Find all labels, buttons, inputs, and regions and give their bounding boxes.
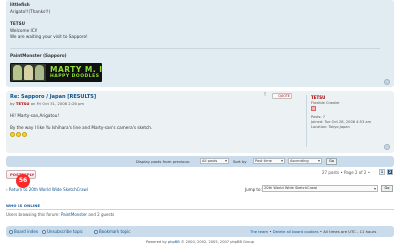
signature: PaintMonster (Sapporo) <box>10 53 67 58</box>
post-title[interactable]: Re: Sapporo / Japan [RESULTS] <box>10 94 96 100</box>
sort-key-select[interactable]: Post time <box>253 158 285 164</box>
report-icon[interactable]: ! <box>264 93 268 98</box>
back-to-top-icon[interactable] <box>384 79 390 85</box>
unsubscribe-topic-link[interactable]: Unsubscribe topic <box>42 226 83 237</box>
jump-label: Jump to: <box>245 187 262 192</box>
display-go-button[interactable]: Go <box>326 158 337 165</box>
quote-1-author: littlefish <box>10 2 30 7</box>
jump-select[interactable]: 20th World Wide SketchCrawl <box>262 185 378 192</box>
unsubscribe-icon <box>42 230 46 234</box>
jump-go-button[interactable]: Go <box>381 185 393 192</box>
phpbb-link[interactable]: phpBB <box>168 240 180 244</box>
return-link-text: Return to 20th World Wide SketchCrawl <box>8 187 88 192</box>
who-prefix: Users browsing this forum: <box>6 212 60 217</box>
sort-label: Sort by <box>233 159 247 164</box>
navbar-right: The team • Delete all board cookies • Al… <box>250 229 377 234</box>
post-2: Re: Sapporo / Japan [RESULTS] by TETSU o… <box>6 91 394 153</box>
quote-button[interactable]: QUOTE <box>272 93 292 99</box>
post-meta-date: on Fri Oct 31, 2008 2:26 pm <box>30 101 85 106</box>
smiley-icon <box>22 132 27 137</box>
rank-icon <box>311 106 316 111</box>
team-link[interactable]: The team <box>250 229 268 234</box>
board-index-label: Board index <box>14 229 38 234</box>
who-is-online-divider <box>6 209 394 210</box>
footer-prefix: Powered by <box>145 240 167 244</box>
post-body-line-2: By the way I like Yu Ishihara's line and… <box>10 125 153 130</box>
unsubscribe-label: Unsubscribe topic <box>47 229 83 234</box>
profile-name[interactable]: TETSU <box>311 95 325 100</box>
profile-location: Location: Tokyo,Japan <box>311 125 350 129</box>
profile-divider <box>306 95 307 147</box>
smiley-row <box>10 132 28 138</box>
footer: Powered by phpBB © 2000, 2002, 2005, 200… <box>0 240 400 244</box>
banner-characters <box>11 64 46 81</box>
who-is-online-heading: WHO IS ONLINE <box>6 204 41 208</box>
quote-2-author: TETSU <box>10 21 25 26</box>
signature-divider <box>10 48 380 49</box>
timezone-text: All times are UTC - 11 hours <box>323 229 377 234</box>
quote-2-line-1: Welcome ICI! <box>10 28 38 33</box>
profile-posts: Posts: 7 <box>311 115 326 119</box>
footer-copyright: © 2000, 2002, 2005, 2007 phpBB Group <box>180 240 255 244</box>
posts-days-select[interactable]: All posts <box>200 158 229 164</box>
post-meta-author[interactable]: TETSU <box>16 101 30 106</box>
display-options-bar: Display posts from previous: All posts S… <box>6 156 394 167</box>
return-to-forum-link[interactable]: ‹ Return to 20th World Wide SketchCrawl <box>6 187 88 192</box>
who-suffix: and 2 guests <box>88 212 115 217</box>
who-is-online-text: Users browsing this forum: PaintMonster … <box>6 212 114 217</box>
profile-rank: Flexible Crawler <box>311 101 340 105</box>
bookmark-topic-link[interactable]: Bookmark topic <box>94 226 130 237</box>
board-index-link[interactable]: Board index <box>9 226 38 237</box>
display-label: Display posts from previous: <box>136 159 191 164</box>
pagination-summary: 27 posts • Page 2 of 2 • <box>322 170 371 175</box>
smiley-icon <box>10 132 15 137</box>
profile-joined: Joined: Tue Oct 28, 2008 4:53 am <box>311 120 372 124</box>
bookmark-icon <box>94 230 98 234</box>
home-icon <box>9 230 13 234</box>
signature-banner[interactable]: MARTY M. ITO HAPPY DOODLES <box>10 63 102 82</box>
page-2-current: 2 <box>387 169 393 175</box>
sort-direction-select[interactable]: Ascending <box>288 158 322 164</box>
post-meta-prefix: by <box>10 101 15 106</box>
quote-1-text: Arigato!!(Thanks!!) <box>10 9 51 14</box>
bottom-navbar: Board index Unsubscribe topic Bookmark t… <box>6 226 394 237</box>
delete-cookies-link[interactable]: Delete all board cookies <box>273 229 319 234</box>
post-meta: by TETSU on Fri Oct 31, 2008 2:26 pm <box>10 101 84 106</box>
online-user-link[interactable]: PaintMonster <box>61 212 87 217</box>
quote-2-line-2: We are waiting your visit to Sapporo! <box>10 34 88 39</box>
back-to-top-icon[interactable] <box>384 144 390 150</box>
page-1-link[interactable]: 1 <box>379 169 385 175</box>
smiley-icon <box>16 132 21 137</box>
annotation-marker: 56 <box>16 174 30 188</box>
bookmark-label: Bookmark topic <box>99 229 131 234</box>
post-body-line-1: Hi! Marty-san,Arigatou! <box>10 113 60 118</box>
banner-title: MARTY M. ITO <box>50 65 102 74</box>
banner-subtitle: HAPPY DOODLES <box>50 74 100 79</box>
